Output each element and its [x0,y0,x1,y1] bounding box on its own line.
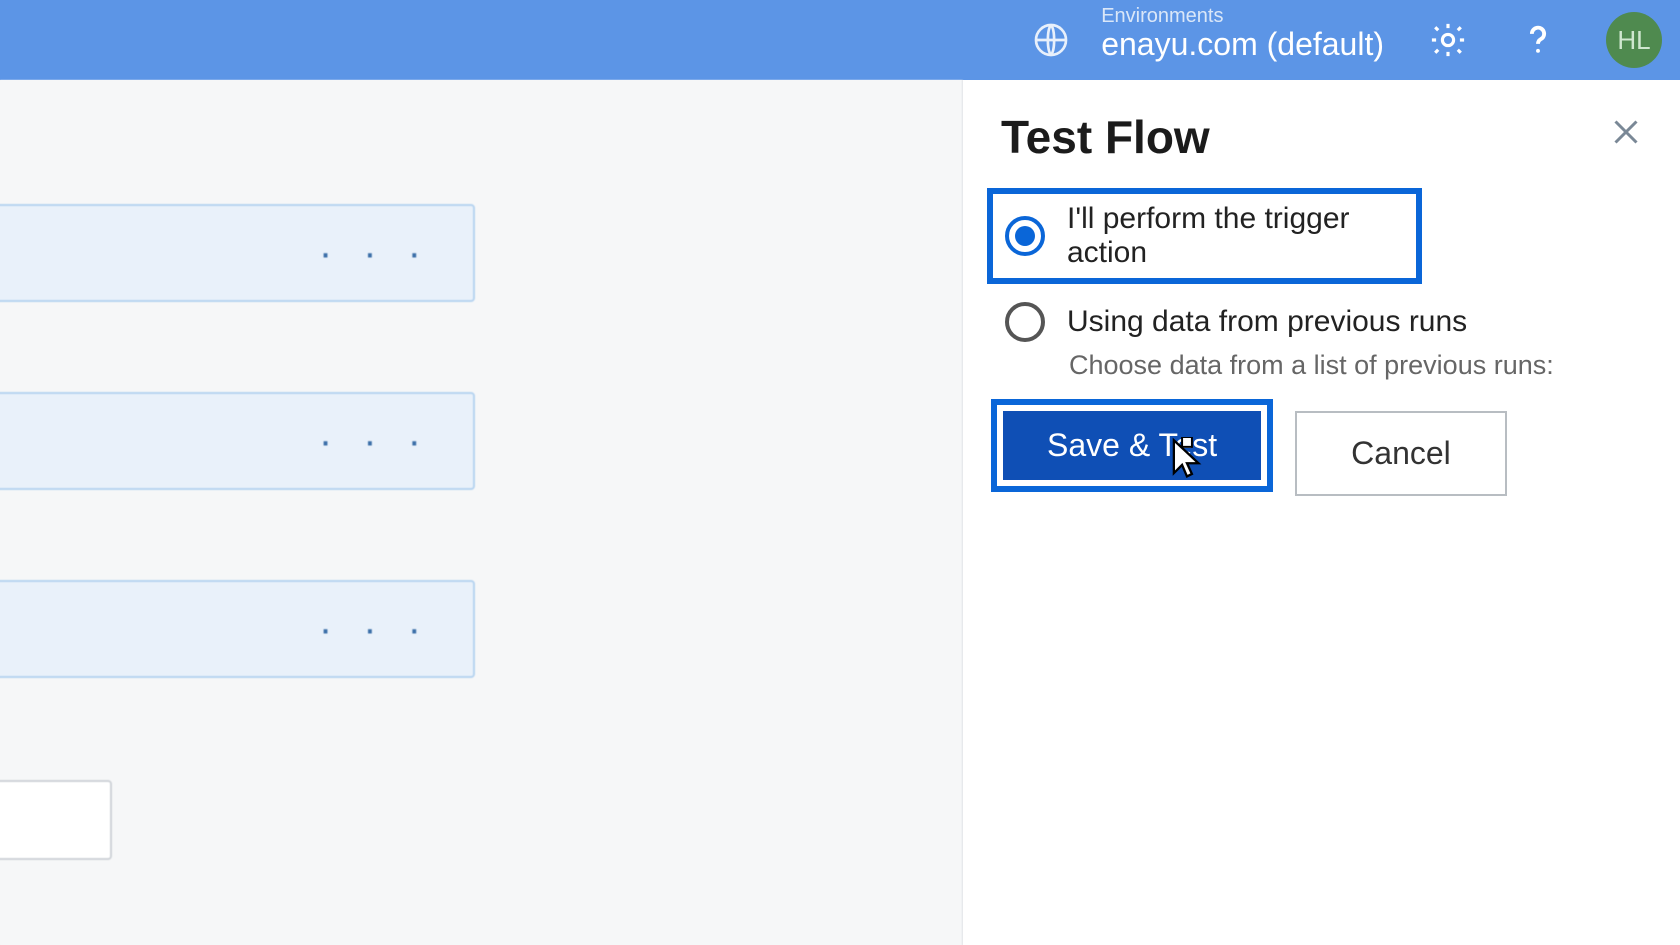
close-icon[interactable] [1608,114,1644,155]
radio-label: I'll perform the trigger action [1067,202,1404,270]
cancel-button[interactable]: Cancel [1295,411,1507,496]
gear-icon[interactable] [1420,12,1476,68]
save-test-button[interactable]: Save & Test [1003,411,1261,480]
flow-step-card[interactable]: · · · [0,204,475,302]
radio-option-previous-runs[interactable]: Using data from previous runs [991,292,1652,352]
avatar-initials: HL [1617,25,1650,56]
radio-description: Choose data from a list of previous runs… [1069,350,1652,381]
avatar[interactable]: HL [1606,12,1662,68]
radio-label: Using data from previous runs [1067,305,1467,339]
save-test-highlight: Save & Test [991,399,1273,492]
flow-canvas: · · · · · · · · · e [0,80,963,945]
environment-value: enayu.com (default) [1101,27,1384,62]
top-bar: Environments enayu.com (default) HL [0,0,1680,80]
radio-option-perform-trigger[interactable]: I'll perform the trigger action [987,188,1422,284]
radio-icon [1005,216,1045,256]
globe-icon [1023,12,1079,68]
flow-step-card[interactable]: · · · [0,580,475,678]
add-step-card[interactable]: e [0,780,112,860]
environment-picker[interactable]: Environments enayu.com (default) [1023,12,1384,68]
help-icon[interactable] [1510,12,1566,68]
environment-label: Environments [1101,5,1384,27]
flow-step-card[interactable]: · · · [0,392,475,490]
radio-icon [1005,302,1045,342]
test-flow-panel: Test Flow I'll perform the trigger actio… [963,80,1680,945]
panel-title: Test Flow [991,110,1652,164]
